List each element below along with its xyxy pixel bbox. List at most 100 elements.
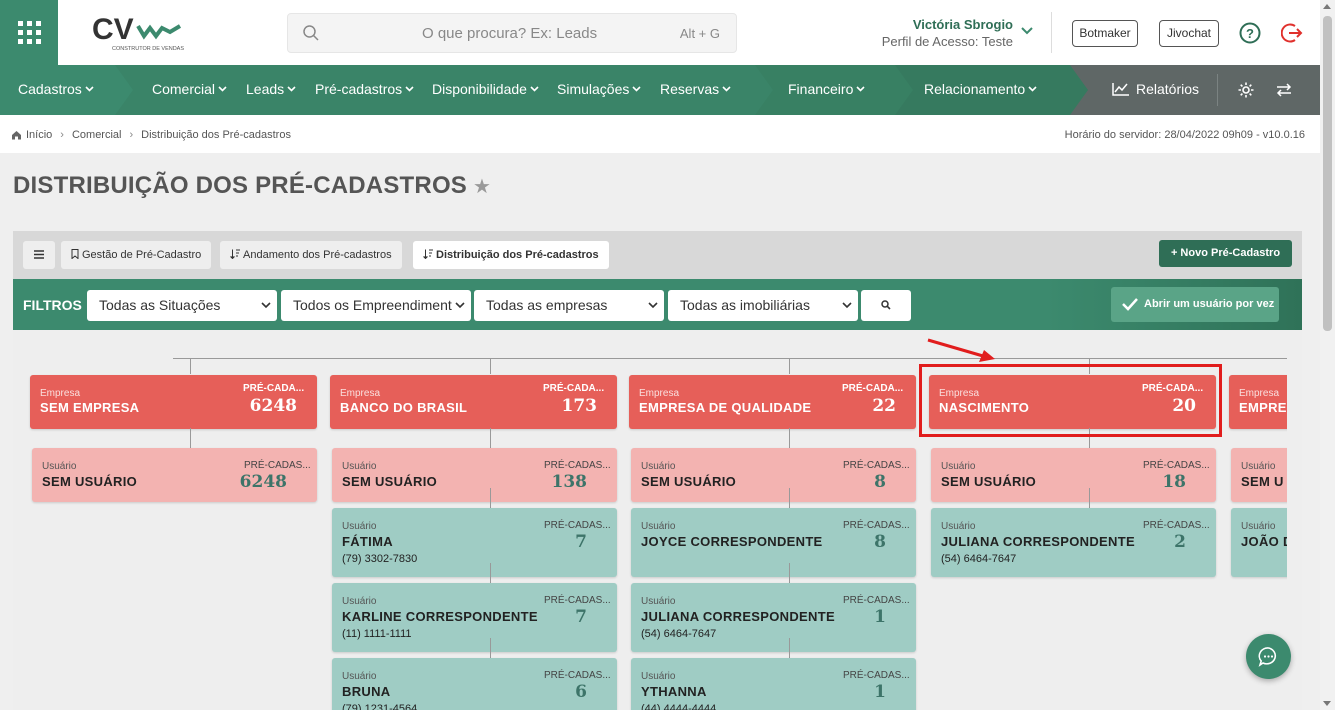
tree-connector (789, 638, 790, 658)
page-title-text: DISTRIBUIÇÃO DOS PRÉ-CADASTROS (13, 172, 468, 199)
tree-connector (789, 563, 790, 583)
tab-gestao[interactable]: Gestão de Pré-Cadastro (61, 241, 212, 269)
nav-disponibilidade[interactable]: Disponibilidade (432, 81, 539, 97)
breadcrumb-comercial[interactable]: Comercial (72, 129, 122, 141)
home-icon (12, 131, 21, 140)
company-name: EMPRES (1239, 400, 1287, 415)
user-node[interactable]: Usuário JULIANA CORRESPONDENTE PRÉ-CADAS..… (931, 508, 1216, 577)
nav-label: Simulações (557, 81, 630, 97)
user-label: Usuário (941, 461, 976, 472)
help-icon[interactable]: ? (1239, 22, 1261, 44)
cv-logo[interactable]: CV CONSTRUTOR DE VENDAS (92, 12, 187, 54)
count-label: PRÉ-CADAS... (544, 460, 611, 471)
filter-search-button[interactable] (861, 290, 911, 321)
tab-andamento[interactable]: Andamento dos Pré-cadastros (220, 241, 402, 269)
select-value: Todos os Empreendiment (293, 297, 452, 313)
nav-financeiro[interactable]: Financeiro (788, 81, 865, 97)
company-node[interactable]: Empresa SEM EMPRESA PRÉ-CADA... 6248 (30, 375, 317, 429)
user-name: SEM U (1241, 474, 1284, 489)
select-value: Todas as imobiliárias (680, 297, 810, 313)
user-node[interactable]: Usuário BRUNA PRÉ-CADAS... 6 (79) 1231-4564 (332, 658, 617, 710)
company-label: Empresa (1239, 388, 1280, 399)
user-count: 2 (1174, 532, 1186, 552)
empresas-select[interactable]: Todas as empresas (474, 290, 664, 321)
chat-button[interactable] (1246, 634, 1291, 679)
chevron-down-icon (530, 86, 539, 92)
company-node[interactable]: Empresa BANCO DO BRASIL PRÉ-CADA... 173 (330, 375, 617, 429)
logout-icon[interactable] (1281, 22, 1303, 44)
tree-connector (789, 428, 790, 448)
annotation-arrow (927, 338, 995, 362)
select-value: Todas as empresas (486, 297, 608, 313)
user-name: JOYCE CORRESPONDENTE (641, 534, 823, 549)
annotation-highlight (919, 364, 1222, 437)
nav-relacionamento[interactable]: Relacionamento (924, 81, 1037, 97)
user-node[interactable]: Usuário JOYCE CORRESPONDENTE PRÉ-CADAS... 8 (631, 508, 916, 577)
menu-icon[interactable] (23, 241, 55, 269)
new-pre-cadastro-button[interactable]: + Novo Pré-Cadastro (1159, 240, 1292, 267)
company-node[interactable]: Empresa EMPRESA DE QUALIDADE PRÉ-CADA... 22 (629, 375, 916, 429)
nav-reservas[interactable]: Reservas (660, 81, 731, 97)
count-label: PRÉ-CADAS... (244, 460, 311, 471)
jivochat-button[interactable]: Jivochat (1159, 20, 1219, 47)
user-node[interactable]: Usuário JULIANA CORRESPONDENTE PRÉ-CADAS..… (631, 583, 916, 652)
open-one-user-button[interactable]: Abrir um usuário por vez (1111, 287, 1279, 322)
user-phone: (79) 1231-4564 (342, 703, 418, 710)
user-node[interactable]: Usuário KARLINE CORRESPONDENTE PRÉ-CADAS..… (332, 583, 617, 652)
unassigned-user-node[interactable]: UsuárioSEM UPRÉ-CADAS... (1231, 448, 1287, 502)
tree-connector (490, 563, 491, 583)
company-count: 6248 (249, 396, 297, 416)
swap-icon[interactable] (1275, 82, 1293, 98)
user-node[interactable]: UsuárioJOÃO DPRÉ-CADAS... (1231, 508, 1287, 577)
scrollbar-thumb[interactable] (1323, 16, 1332, 331)
nav-comercial[interactable]: Comercial (152, 81, 227, 97)
user-name: JULIANA CORRESPONDENTE (641, 609, 835, 624)
unassigned-user-node[interactable]: Usuário SEM USUÁRIO PRÉ-CADAS... 8 (631, 448, 916, 502)
chevron-down-icon (85, 86, 94, 92)
company-node[interactable]: EmpresaEMPRESPRÉ-CADA... (1229, 375, 1287, 429)
search-box[interactable]: O que procura? Ex: Leads Alt + G (287, 13, 737, 53)
unassigned-user-node[interactable]: Usuário SEM USUÁRIO PRÉ-CADAS... 6248 (32, 448, 317, 502)
empreendimentos-select[interactable]: Todos os Empreendiment (281, 290, 471, 321)
chevron-down-icon (261, 302, 271, 309)
search-shortcut: Alt + G (679, 26, 720, 41)
search-icon (881, 300, 891, 310)
search-icon (303, 25, 319, 41)
chevron-down-icon[interactable] (1021, 26, 1033, 36)
nav-relatorios[interactable]: Relatórios (1112, 81, 1199, 97)
nav-cadastros[interactable]: Cadastros (18, 81, 94, 97)
user-count: 1 (874, 682, 886, 702)
unassigned-user-node[interactable]: Usuário SEM USUÁRIO PRÉ-CADAS... 18 (931, 448, 1216, 502)
server-time: Horário do servidor: 28/04/2022 09h09 - … (1064, 129, 1305, 141)
apps-grid-icon[interactable] (0, 0, 58, 65)
user-node[interactable]: Usuário FÁTIMA PRÉ-CADAS... 7 (79) 3302-7830 (332, 508, 617, 577)
count-label: PRÉ-CADAS... (544, 670, 611, 681)
tab-distribuicao[interactable]: Distribuição dos Pré-cadastros (413, 241, 609, 269)
star-icon[interactable]: ★ (473, 176, 491, 198)
user-name: SEM USUÁRIO (641, 474, 737, 489)
nav-pre-cadastros[interactable]: Pré-cadastros (315, 81, 414, 97)
chevron-down-icon (218, 86, 227, 92)
breadcrumb-inicio[interactable]: Início (26, 129, 52, 141)
situacoes-select[interactable]: Todas as Situações (87, 290, 277, 321)
user-name: BRUNA (342, 684, 391, 699)
chart-line-icon (1112, 83, 1129, 96)
unassigned-user-node[interactable]: Usuário SEM USUÁRIO PRÉ-CADAS... 138 (332, 448, 617, 502)
user-name: YTHANNA (641, 684, 707, 699)
gear-icon[interactable] (1237, 81, 1255, 99)
imobiliarias-select[interactable]: Todas as imobiliárias (668, 290, 858, 321)
user-count: 1 (874, 607, 886, 627)
user-menu[interactable]: Victória Sbrogio Perfil de Acesso: Teste (860, 17, 1013, 49)
search-placeholder: O que procura? Ex: Leads (422, 25, 598, 42)
page-scrollbar[interactable] (1320, 0, 1335, 710)
filters-label: FILTROS (23, 297, 82, 313)
count-label: PRÉ-CADAS... (544, 520, 611, 531)
user-label: Usuário (641, 671, 676, 682)
user-node[interactable]: Usuário YTHANNA PRÉ-CADAS... 1 (44) 4444-444… (631, 658, 916, 710)
count-label: PRÉ-CADA... (842, 383, 904, 394)
nav-leads[interactable]: Leads (246, 81, 296, 97)
plus-icon: + (1170, 247, 1181, 259)
nav-simulacoes[interactable]: Simulações (557, 81, 641, 97)
count-label: PRÉ-CADAS... (843, 595, 910, 606)
botmaker-button[interactable]: Botmaker (1072, 20, 1138, 47)
